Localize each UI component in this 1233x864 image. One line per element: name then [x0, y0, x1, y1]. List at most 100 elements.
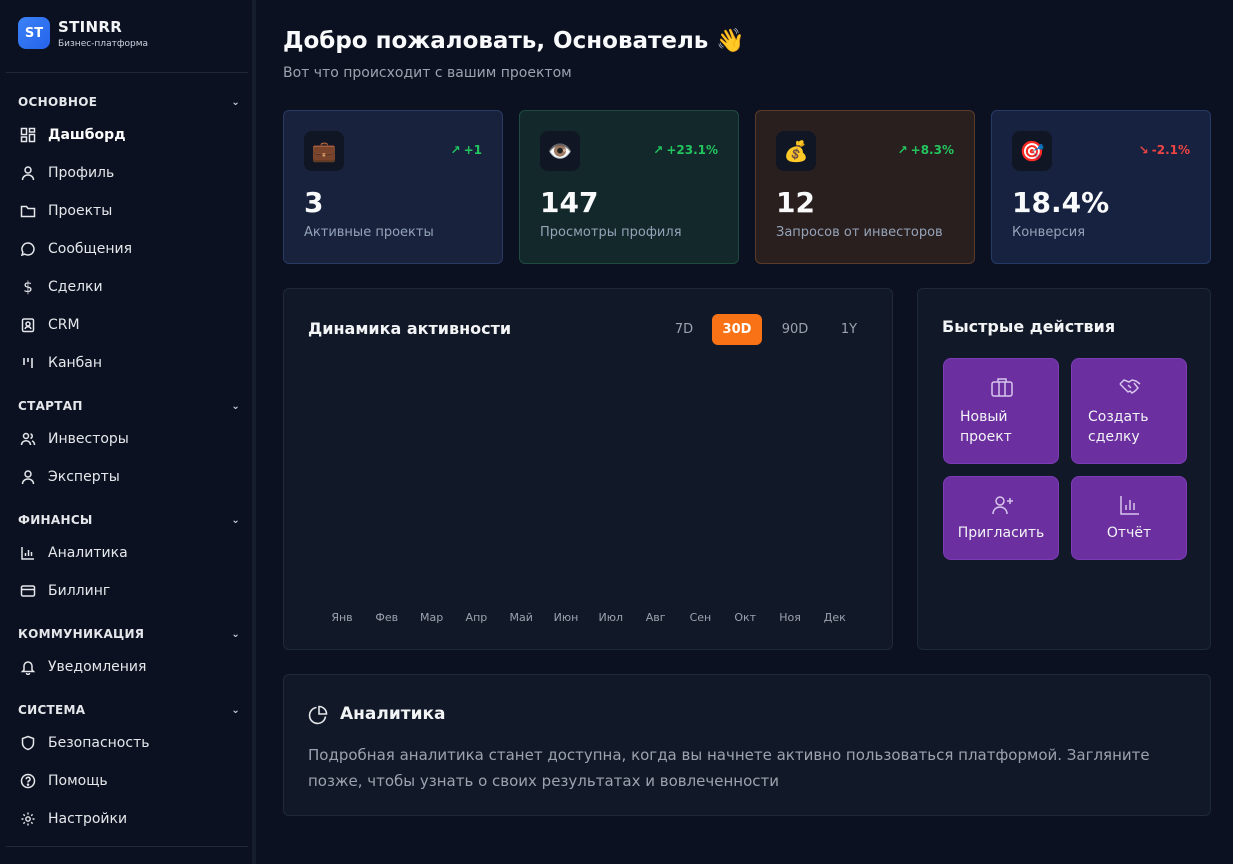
brand-subtitle: Бизнес-платформа: [58, 38, 149, 49]
report-button[interactable]: Отчёт: [1071, 476, 1187, 560]
section-title: ФИНАНСЫ: [18, 513, 93, 527]
sidebar-item-projects[interactable]: Проекты: [18, 196, 240, 226]
section-title: СИСТЕМА: [18, 703, 86, 717]
bell-icon: [18, 657, 38, 677]
chat-icon: [18, 239, 38, 259]
quick-action-label: Новый проект: [960, 409, 1012, 445]
user-icon: [18, 163, 38, 183]
sidebar-item-kanban[interactable]: Канбан: [18, 348, 240, 378]
activity-chart-panel: Динамика активности 7D 30D 90D 1Y Янв Фев…: [283, 288, 893, 650]
dollar-icon: $: [23, 278, 33, 296]
sidebar: ST STINRR Бизнес-платформа ОСНОВНОЕ ⌄ Да…: [0, 0, 256, 864]
sidebar-item-help[interactable]: Помощь: [18, 766, 240, 796]
chevron-down-icon: ⌄: [231, 400, 240, 412]
sidebar-item-label: Биллинг: [48, 583, 111, 599]
sidebar-item-analytics[interactable]: Аналитика: [18, 538, 240, 568]
user-plus-icon: [990, 494, 1014, 520]
x-axis-month-label: Сен: [689, 611, 712, 624]
x-axis-month-label: Апр: [465, 611, 488, 624]
section-head-main[interactable]: ОСНОВНОЕ ⌄: [18, 95, 240, 109]
range-1y-button[interactable]: 1Y: [824, 314, 874, 345]
sidebar-item-label: Инвесторы: [48, 431, 129, 447]
stat-card-projects[interactable]: 💼 ↗ +1 3 Активные проекты: [283, 110, 503, 264]
stat-label: Конверсия: [1012, 225, 1086, 240]
trend-value: +23.1%: [666, 143, 718, 157]
stat-value: 18.4%: [1012, 186, 1110, 219]
sidebar-item-label: Уведомления: [48, 659, 147, 675]
sidebar-item-label: Канбан: [48, 355, 103, 371]
kanban-icon: [18, 353, 38, 373]
sidebar-item-label: Аналитика: [48, 545, 128, 561]
sidebar-item-settings[interactable]: Настройки: [18, 804, 240, 834]
sidebar-item-label: Сделки: [48, 279, 103, 295]
brand[interactable]: ST STINRR Бизнес-платформа: [18, 17, 148, 49]
trend-up-icon: ↗: [653, 143, 664, 157]
handshake-icon: [1118, 376, 1142, 402]
sidebar-item-label: CRM: [48, 317, 80, 333]
user-icon: [18, 467, 38, 487]
section-head-finance[interactable]: ФИНАНСЫ ⌄: [18, 513, 240, 527]
analytics-title: Аналитика: [340, 704, 446, 724]
trend-value: +1: [463, 143, 482, 157]
sidebar-item-investors[interactable]: Инвесторы: [18, 424, 240, 454]
x-axis-month-label: Ноя: [779, 611, 801, 624]
x-axis-month-label: Авг: [645, 611, 666, 624]
range-30d-button[interactable]: 30D: [712, 314, 762, 345]
sidebar-item-label: Безопасность: [48, 735, 150, 751]
trend-indicator: ↗ +23.1%: [653, 143, 718, 157]
sidebar-item-label: Эксперты: [48, 469, 120, 485]
stat-value: 3: [304, 186, 324, 219]
trend-up-icon: ↗: [450, 143, 461, 157]
stat-value: 147: [540, 186, 599, 219]
sidebar-item-profile[interactable]: Профиль: [18, 158, 240, 188]
eye-icon: 👁️: [540, 131, 580, 171]
x-axis-month-label: Окт: [734, 611, 757, 624]
section-title: СТАРТАП: [18, 399, 83, 413]
section-head-system[interactable]: СИСТЕМА ⌄: [18, 703, 240, 717]
invite-button[interactable]: Пригласить: [943, 476, 1059, 560]
page-title: Добро пожаловать, Основатель 👋: [283, 28, 745, 54]
sidebar-item-deals[interactable]: $ Сделки: [18, 272, 240, 302]
money-bag-icon: 💰: [776, 131, 816, 171]
shield-icon: [18, 733, 38, 753]
analytics-description: Подробная аналитика станет доступна, ког…: [308, 746, 1150, 790]
sidebar-item-security[interactable]: Безопасность: [18, 728, 240, 758]
target-icon: 🎯: [1012, 131, 1052, 171]
sidebar-item-billing[interactable]: Биллинг: [18, 576, 240, 606]
trend-indicator: ↗ +8.3%: [898, 143, 954, 157]
range-7d-button[interactable]: 7D: [659, 314, 709, 345]
section-head-communication[interactable]: КОММУНИКАЦИЯ ⌄: [18, 627, 240, 641]
chevron-down-icon: ⌄: [231, 628, 240, 640]
sidebar-item-messages[interactable]: Сообщения: [18, 234, 240, 264]
section-title: ОСНОВНОЕ: [18, 95, 98, 109]
quick-action-label: Пригласить: [957, 525, 1045, 541]
stat-card-views[interactable]: 👁️ ↗ +23.1% 147 Просмотры профиля: [519, 110, 739, 264]
quick-actions-panel: Быстрые действия Новый проект Создать сд…: [917, 288, 1211, 650]
sidebar-item-label: Настройки: [48, 811, 128, 827]
sidebar-item-label: Проекты: [48, 203, 113, 219]
x-axis-month-label: Дек: [823, 611, 846, 624]
sidebar-item-label: Дашборд: [48, 127, 126, 143]
section-head-startup[interactable]: СТАРТАП ⌄: [18, 399, 240, 413]
x-axis-month-label: Июн: [553, 611, 579, 624]
contact-card-icon: [18, 315, 38, 335]
stat-label: Просмотры профиля: [540, 225, 682, 240]
quick-actions-title: Быстрые действия: [942, 317, 1116, 336]
sidebar-item-notifications[interactable]: Уведомления: [18, 652, 240, 682]
trend-indicator: ↗ +1: [451, 143, 482, 157]
x-axis-month-label: Мар: [419, 611, 444, 624]
create-deal-button[interactable]: Создать сделку: [1071, 358, 1187, 464]
trend-value: +8.3%: [910, 143, 954, 157]
sidebar-item-label: Помощь: [48, 773, 108, 789]
sidebar-item-crm[interactable]: CRM: [18, 310, 240, 340]
sidebar-item-dashboard[interactable]: Дашборд: [18, 120, 240, 150]
stat-card-investor-requests[interactable]: 💰 ↗ +8.3% 12 Запросов от инвесторов: [755, 110, 975, 264]
x-axis-month-label: Янв: [331, 611, 353, 624]
trend-down-icon: ↘: [1138, 143, 1149, 157]
range-90d-button[interactable]: 90D: [770, 314, 820, 345]
app: ST STINRR Бизнес-платформа ОСНОВНОЕ ⌄ Да…: [0, 0, 1233, 864]
stat-card-conversion[interactable]: 🎯 ↘ -2.1% 18.4% Конверсия: [991, 110, 1211, 264]
help-circle-icon: [18, 771, 38, 791]
sidebar-item-experts[interactable]: Эксперты: [18, 462, 240, 492]
new-project-button[interactable]: Новый проект: [943, 358, 1059, 464]
